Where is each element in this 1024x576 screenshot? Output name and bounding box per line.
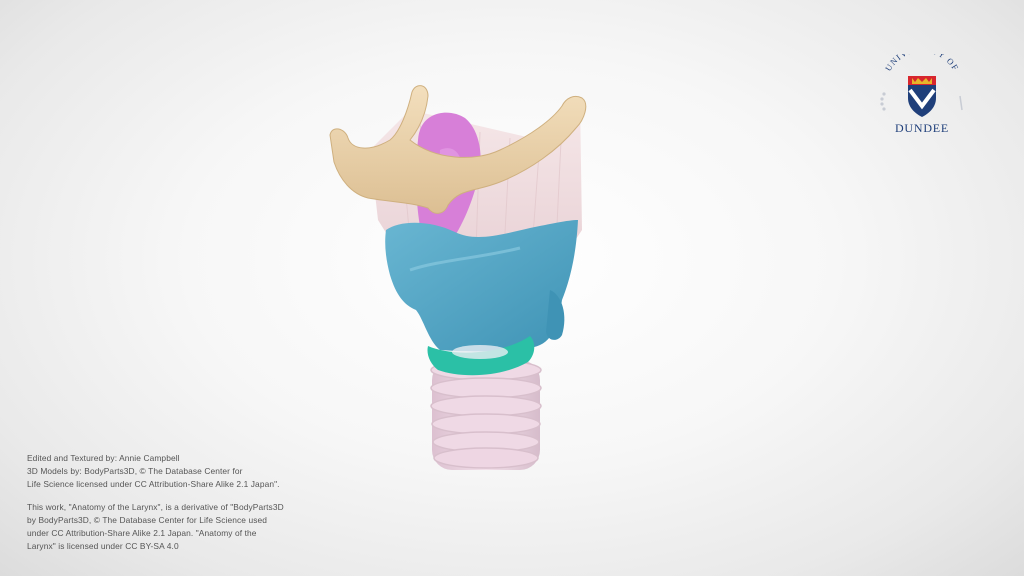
credits-line: 3D Models by: BodyParts3D, © The Databas… — [27, 466, 243, 476]
logo-arc-text: UNIVERSITY OF — [883, 54, 960, 73]
svg-text:UNIVERSITY OF: UNIVERSITY OF — [883, 54, 961, 73]
larynx-model[interactable] — [300, 70, 620, 490]
credits-line: Life Science licensed under CC Attributi… — [27, 479, 280, 489]
credits-line: Larynx" is licensed under CC BY-SA 4.0 — [27, 541, 179, 551]
credits-block-1: Edited and Textured by: Annie Campbell 3… — [27, 452, 280, 491]
logo-name: DUNDEE — [895, 121, 949, 135]
shield-icon — [908, 76, 936, 117]
trachea — [430, 359, 542, 470]
credits-line: Edited and Textured by: Annie Campbell — [27, 453, 180, 463]
credits-line: This work, "Anatomy of the Larynx", is a… — [27, 502, 284, 512]
university-logo: UNIVERSITY OF DUNDEE — [880, 54, 963, 135]
credits-block-2: This work, "Anatomy of the Larynx", is a… — [27, 501, 297, 553]
credits-line: under CC Attribution-Share Alike 2.1 Jap… — [27, 528, 257, 538]
credits-line: by BodyParts3D, © The Database Center fo… — [27, 515, 268, 525]
model-viewer[interactable]: UNIVERSITY OF DUNDEE Edited and Textured… — [0, 0, 1024, 576]
